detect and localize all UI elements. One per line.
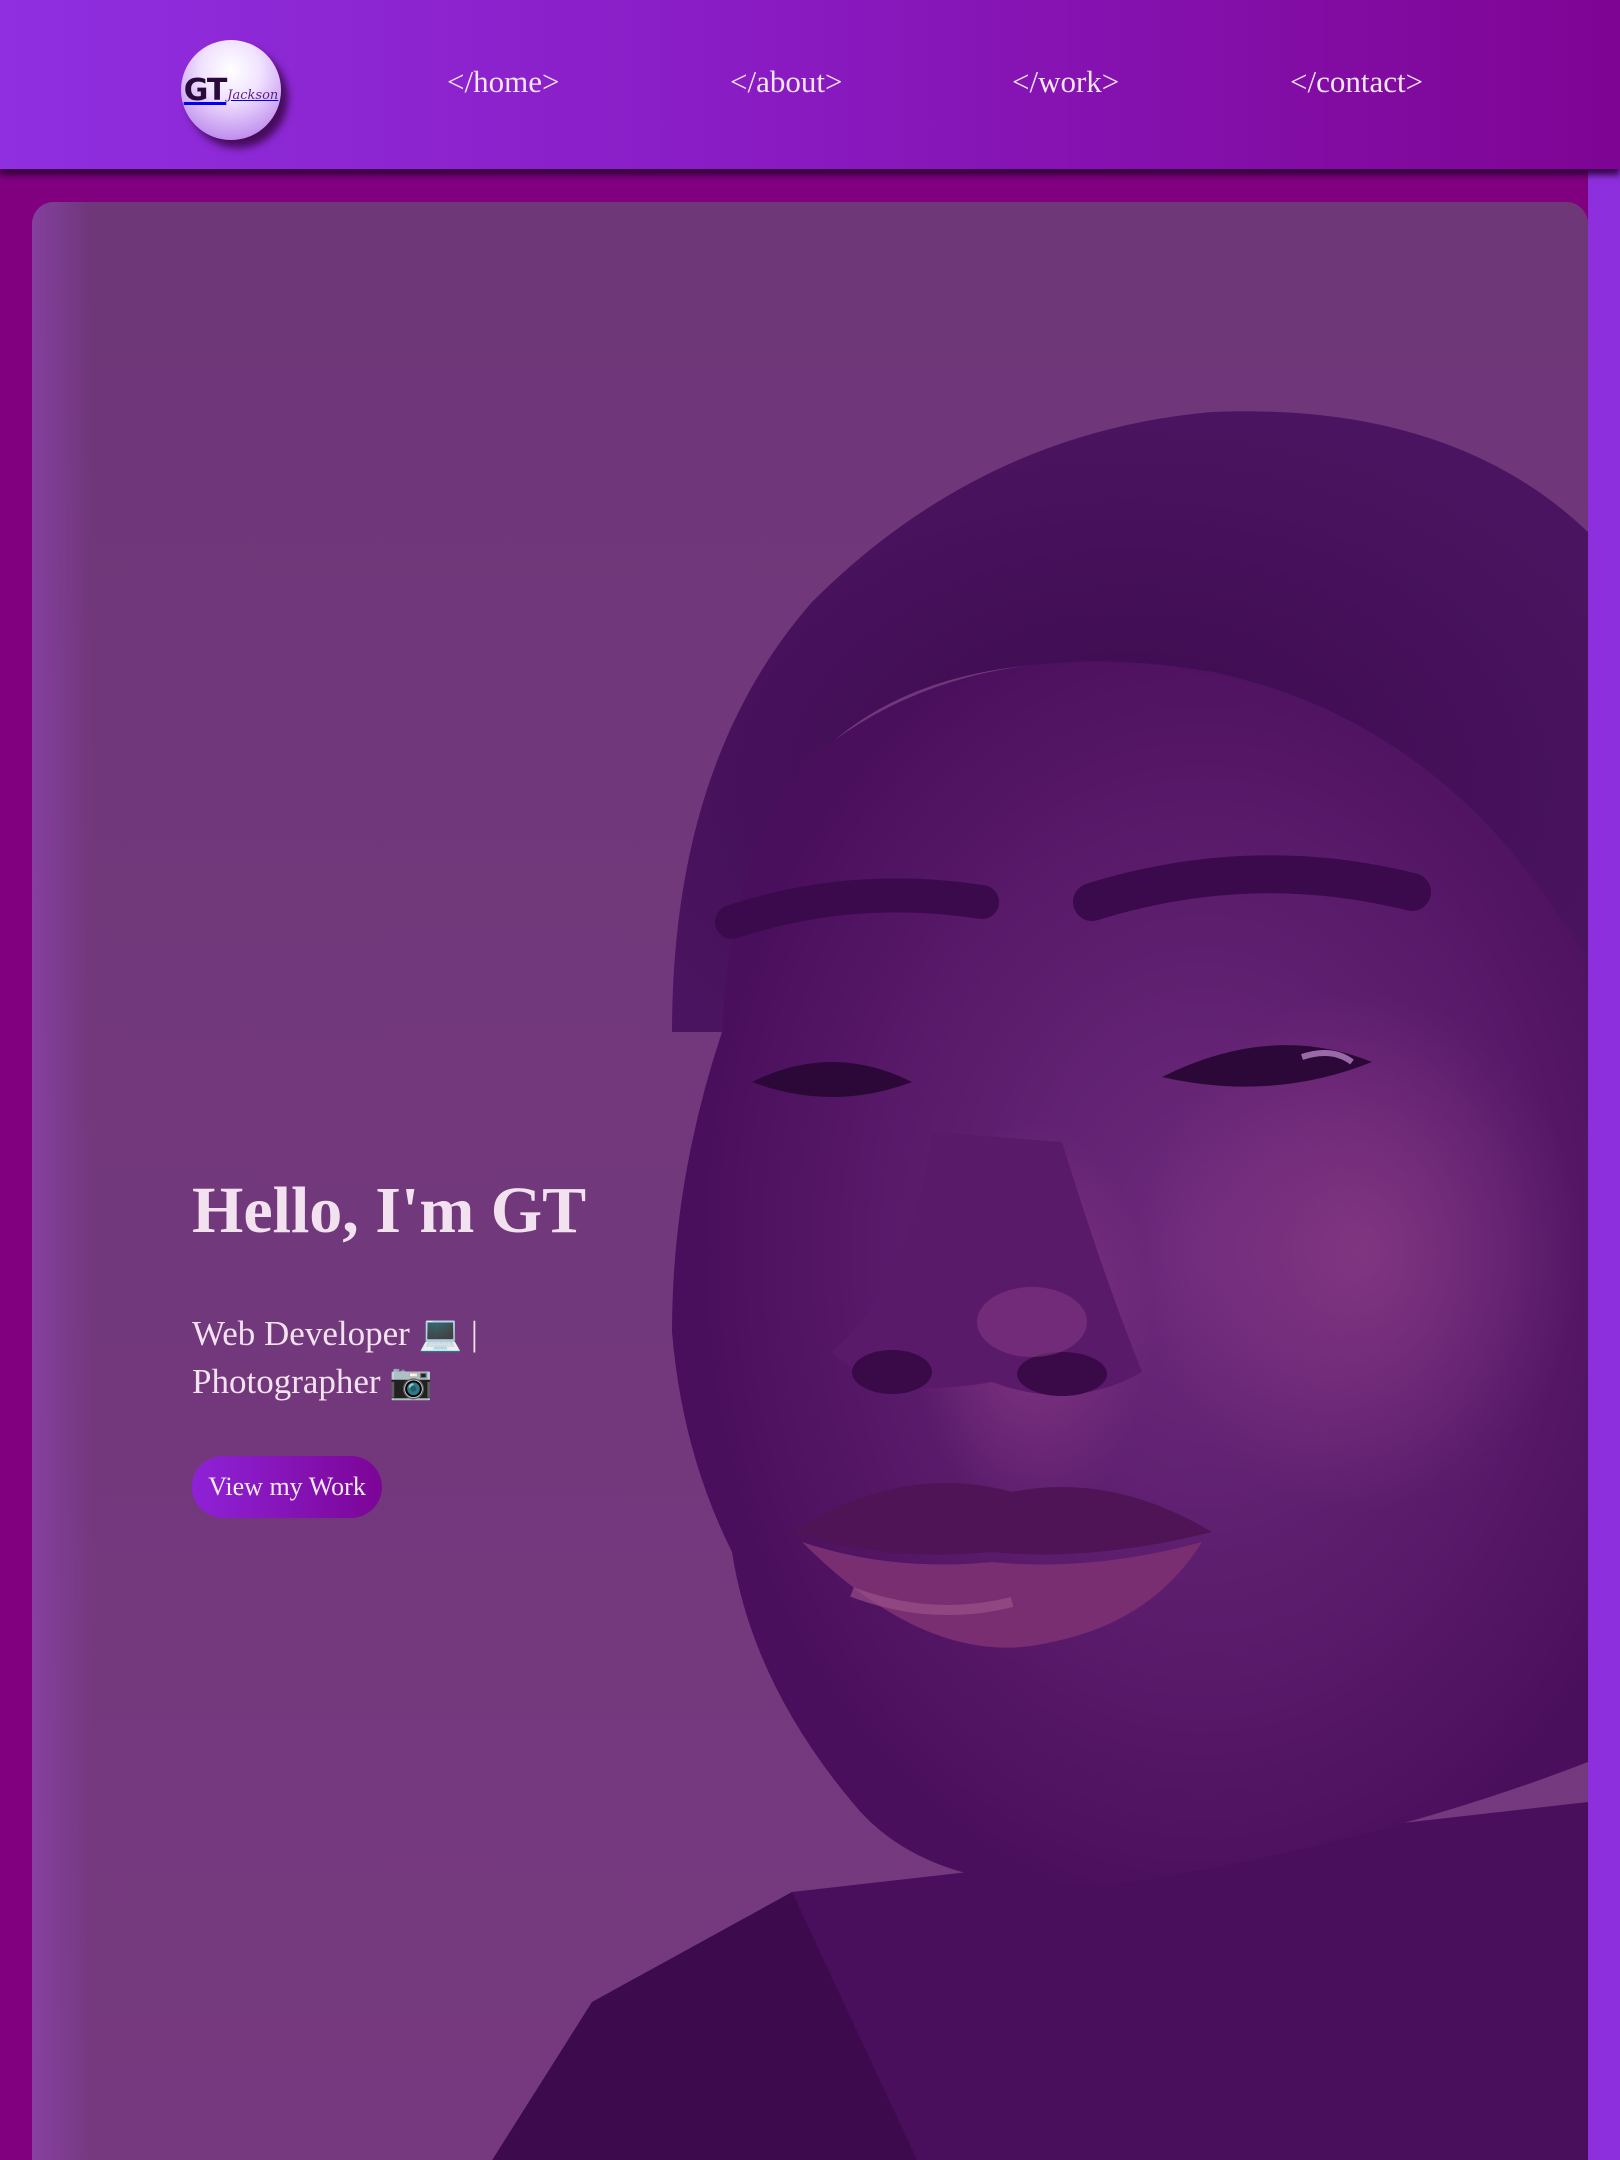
nav-link-work[interactable]: </work> [1012, 66, 1119, 97]
logo[interactable]: GT Jackson [181, 40, 281, 140]
view-work-button[interactable]: View my Work [192, 1456, 382, 1518]
page-frame-right [1588, 169, 1620, 2160]
nav-link-home[interactable]: </home> [447, 66, 559, 97]
hero-section: Hello, I'm GT Web Developer 💻 | Photogra… [32, 202, 1588, 2160]
navbar: GT Jackson </home> </about> </work> </co… [0, 0, 1620, 169]
nav-link-about[interactable]: </about> [730, 66, 842, 97]
page-frame-left [0, 169, 32, 2160]
logo-script: Jackson [227, 87, 279, 103]
nav-link-contact[interactable]: </contact> [1290, 66, 1423, 97]
hero-subtitle: Web Developer 💻 | Photographer 📷 [192, 1314, 478, 1401]
hero-edge-shadow [32, 202, 92, 2160]
hero-title: Hello, I'm GT [192, 1174, 587, 1247]
logo-initials: GT [183, 72, 228, 108]
